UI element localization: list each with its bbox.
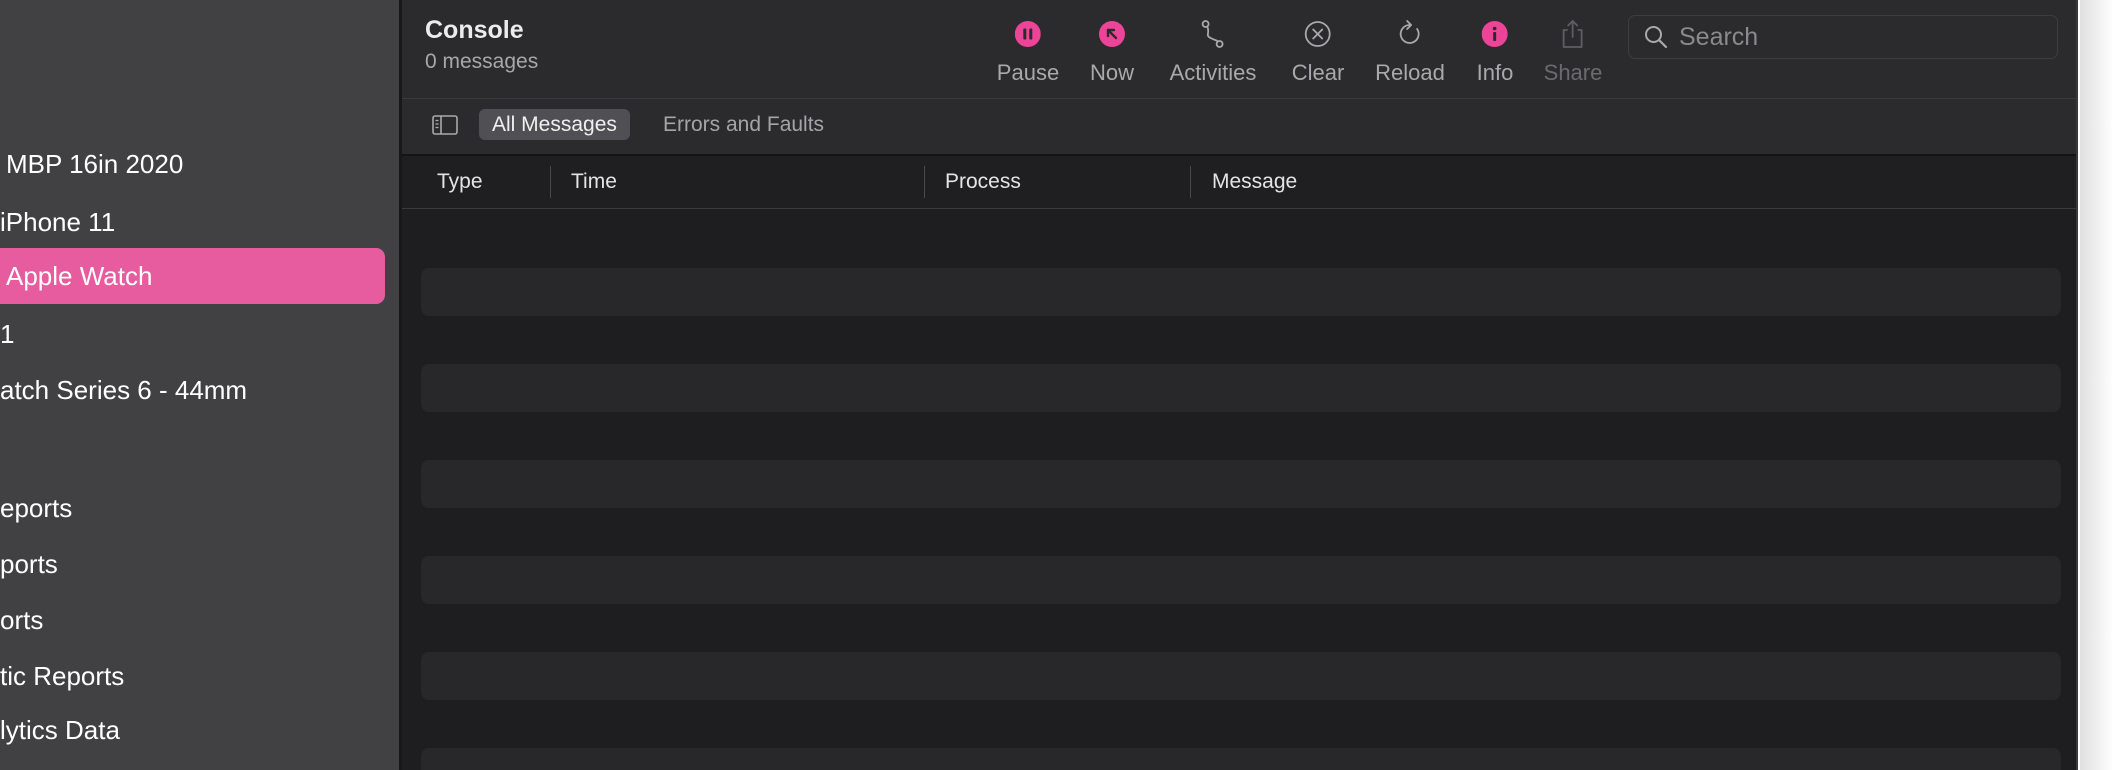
- clear-button[interactable]: Clear: [1291, 16, 1345, 86]
- page-title: Console: [425, 16, 524, 44]
- table-row-stripe: [421, 556, 2061, 604]
- column-header-process[interactable]: Process: [945, 156, 1021, 208]
- activities-icon: [1195, 16, 1231, 52]
- clear-label: Clear: [1291, 60, 1345, 85]
- pause-icon: [1010, 16, 1046, 52]
- sidebar-item-mbp[interactable]: MBP 16in 2020: [0, 137, 183, 191]
- reload-label: Reload: [1375, 60, 1445, 85]
- sidebar-item-label: ports: [0, 548, 58, 579]
- sidebar-item-reports-2[interactable]: ports: [0, 537, 58, 591]
- reload-button[interactable]: Reload: [1375, 16, 1445, 86]
- pause-label: Pause: [996, 60, 1060, 85]
- table-row-stripe: [421, 652, 2061, 700]
- sidebar-item-label: 1: [0, 318, 15, 349]
- sidebar-item-label: iPhone 11: [0, 206, 116, 237]
- table-row-stripe: [421, 748, 2061, 770]
- window-edge: [2076, 0, 2078, 770]
- share-icon: [1555, 16, 1591, 52]
- column-header-type[interactable]: Type: [437, 156, 483, 208]
- clear-icon: [1300, 16, 1336, 52]
- sidebar: MBP 16in 2020 iPhone 11 Apple Watch 1 at…: [0, 0, 399, 770]
- jump-to-now-icon: [1094, 16, 1130, 52]
- share-button[interactable]: Share: [1543, 16, 1603, 86]
- column-header-message[interactable]: Message: [1212, 156, 1297, 208]
- sidebar-item-label: atch Series 6 - 44mm: [0, 374, 248, 405]
- console-window: MBP 16in 2020 iPhone 11 Apple Watch 1 at…: [0, 0, 2078, 770]
- info-icon: [1477, 16, 1513, 52]
- sidebar-item-label: eports: [0, 492, 73, 523]
- sidebar-item-device-1[interactable]: 1: [0, 307, 14, 361]
- main-pane: Console 0 messages Pause Now Activities …: [402, 0, 2076, 770]
- pause-button[interactable]: Pause: [997, 16, 1059, 86]
- now-button[interactable]: Now: [1090, 16, 1134, 86]
- share-label: Share: [1543, 60, 1603, 85]
- sidebar-item-label: Apple Watch: [6, 260, 153, 291]
- sidebar-item-analytics-data[interactable]: lytics Data: [0, 703, 120, 757]
- tab-errors-and-faults[interactable]: Errors and Faults: [650, 109, 837, 140]
- info-label: Info: [1476, 60, 1514, 85]
- search-input[interactable]: [1677, 21, 2041, 53]
- toolbar: Console 0 messages Pause Now Activities …: [402, 0, 2076, 99]
- sidebar-toggle-icon[interactable]: [432, 115, 458, 135]
- activities-label: Activities: [1169, 60, 1257, 85]
- sidebar-item-label: orts: [0, 604, 44, 635]
- reload-icon: [1392, 16, 1428, 52]
- sidebar-item-label: lytics Data: [0, 714, 120, 745]
- sidebar-item-label: tic Reports: [0, 660, 125, 691]
- sidebar-item-watch-series[interactable]: atch Series 6 - 44mm: [0, 363, 247, 417]
- sidebar-item-reports-3[interactable]: orts: [0, 593, 43, 647]
- search-icon: [1643, 24, 1669, 50]
- window-shadow: [2080, 0, 2128, 770]
- sidebar-item-reports[interactable]: eports: [0, 481, 72, 535]
- sidebar-item-label: MBP 16in 2020: [6, 148, 184, 179]
- message-count: 0 messages: [425, 50, 539, 73]
- activities-button[interactable]: Activities: [1169, 16, 1257, 86]
- tab-all-messages[interactable]: All Messages: [479, 109, 630, 140]
- search-field[interactable]: [1628, 15, 2058, 59]
- table-header: Type Time Process Message: [402, 156, 2076, 209]
- table-row-stripe: [421, 460, 2061, 508]
- now-label: Now: [1089, 60, 1135, 85]
- column-divider[interactable]: [1190, 166, 1191, 198]
- sidebar-item-diagnostic-reports[interactable]: tic Reports: [0, 649, 124, 703]
- info-button[interactable]: Info: [1476, 16, 1514, 86]
- filter-bar: All Messages Errors and Faults: [402, 99, 2076, 156]
- column-divider[interactable]: [924, 166, 925, 198]
- table-row-stripe: [421, 364, 2061, 412]
- table-row-stripe: [421, 268, 2061, 316]
- column-divider[interactable]: [550, 166, 551, 198]
- sidebar-item-apple-watch[interactable]: Apple Watch: [0, 248, 385, 304]
- sidebar-item-iphone[interactable]: iPhone 11: [0, 195, 115, 249]
- column-header-time[interactable]: Time: [571, 156, 617, 208]
